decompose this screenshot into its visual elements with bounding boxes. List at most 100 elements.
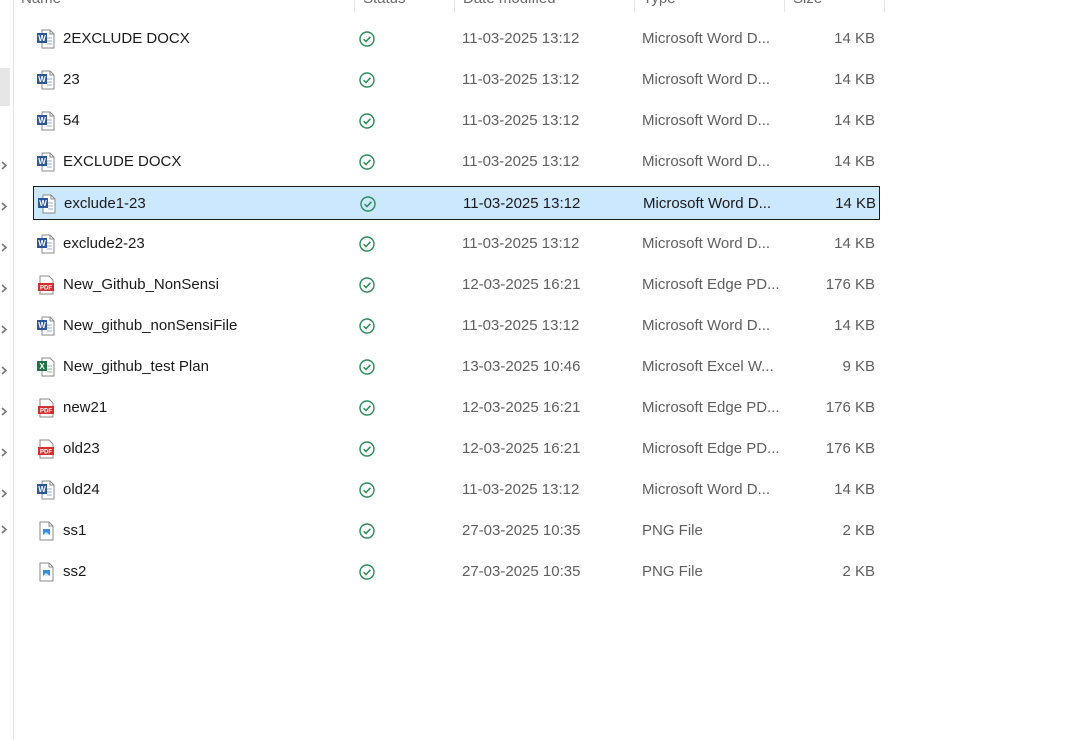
file-name[interactable]: 23: [63, 63, 353, 97]
file-type: PNG File: [642, 563, 703, 580]
check-circle-icon: [359, 227, 379, 261]
file-size: 176 KB: [825, 399, 875, 416]
check-circle-icon: [360, 187, 380, 221]
file-row[interactable]: W 23 11-03-2025 13:12 Microsoft Word D... 14…: [33, 63, 880, 97]
pdf-file-icon: PDF: [37, 391, 57, 425]
column-header-date-modified[interactable]: Date modified: [455, 0, 635, 12]
column-header-status[interactable]: Status: [355, 0, 455, 12]
file-row[interactable]: ss2 27-03-2025 10:35 PNG File 2 KB: [33, 555, 880, 589]
file-name[interactable]: EXCLUDE DOCX: [63, 145, 353, 179]
svg-text:W: W: [39, 199, 47, 208]
file-name[interactable]: 54: [63, 104, 353, 138]
nav-expand-chevron-icon[interactable]: [1, 243, 8, 252]
column-header-type[interactable]: Type: [635, 0, 785, 12]
file-size: 14 KB: [835, 195, 876, 212]
file-size: 176 KB: [825, 440, 875, 457]
png-file-icon: [37, 514, 57, 548]
file-date-modified: 11-03-2025 13:12: [462, 153, 580, 170]
word-file-icon: W: [37, 309, 57, 343]
file-name[interactable]: old23: [63, 432, 353, 466]
check-circle-icon: [359, 555, 379, 589]
file-row[interactable]: ss1 27-03-2025 10:35 PNG File 2 KB: [33, 514, 880, 548]
file-size: 176 KB: [825, 276, 875, 293]
file-size: 14 KB: [834, 71, 875, 88]
column-header-name[interactable]: Name: [13, 0, 355, 12]
nav-expand-chevron-icon[interactable]: [1, 202, 8, 211]
file-size: 2 KB: [842, 522, 875, 539]
navigation-pane[interactable]: [0, 0, 14, 740]
nav-expand-chevron-icon[interactable]: [1, 161, 8, 170]
nav-expand-chevron-icon[interactable]: [1, 448, 8, 457]
check-circle-icon: [359, 145, 379, 179]
file-row[interactable]: PDF old23 12-03-2025 16:21 Microsoft Edge P…: [33, 432, 880, 466]
file-row[interactable]: Wold24 11-03-2025 13:12 Microsoft Word D..…: [33, 473, 880, 507]
nav-expand-chevron-icon[interactable]: [1, 525, 8, 534]
file-name[interactable]: New_Github_NonSensi: [63, 268, 353, 302]
png-file-icon: [37, 555, 57, 589]
nav-expand-chevron-icon[interactable]: [1, 325, 8, 334]
file-date-modified: 13-03-2025 10:46: [462, 358, 581, 375]
nav-expand-chevron-icon[interactable]: [1, 407, 8, 416]
file-size: 2 KB: [842, 563, 875, 580]
word-file-icon: W: [37, 227, 57, 261]
file-name[interactable]: 2EXCLUDE DOCX: [63, 22, 353, 56]
file-name[interactable]: New_github_test Plan: [63, 350, 353, 384]
file-row[interactable]: W 2EXCLUDE DOCX 11-03-2025 13:12 Microsoft …: [33, 22, 880, 56]
file-name[interactable]: new21: [63, 391, 353, 425]
word-file-icon: W: [37, 104, 57, 138]
check-circle-icon: [359, 22, 379, 56]
pdf-file-icon: PDF: [37, 268, 57, 302]
svg-text:PDF: PDF: [40, 449, 52, 455]
check-circle-icon: [359, 350, 379, 384]
file-row[interactable]: W EXCLUDE DOCX 11-03-2025 13:12 Microsoft W…: [33, 145, 880, 179]
file-row[interactable]: PDF New_Github_NonSensi 12-03-2025 16:21 Mi…: [33, 268, 880, 302]
file-date-modified: 11-03-2025 13:12: [462, 30, 580, 47]
word-file-icon: W: [37, 63, 57, 97]
file-row[interactable]: W New_github_nonSensiFile 11-03-2025 13:12…: [33, 309, 880, 343]
file-name[interactable]: ss2: [63, 555, 353, 589]
file-name[interactable]: exclude1-23: [64, 187, 354, 221]
file-name[interactable]: exclude2-23: [63, 227, 353, 261]
svg-text:W: W: [38, 157, 46, 166]
excel-file-icon: X: [37, 350, 57, 384]
check-circle-icon: [359, 514, 379, 548]
svg-text:PDF: PDF: [40, 285, 52, 291]
nav-scrollbar-thumb[interactable]: [0, 68, 10, 106]
file-date-modified: 27-03-2025 10:35: [462, 563, 581, 580]
file-name[interactable]: ss1: [63, 514, 353, 548]
file-type: Microsoft Edge PD...: [642, 440, 780, 457]
word-file-icon: W: [37, 473, 57, 507]
column-header: Name Status Date modified Type Size: [13, 0, 885, 12]
file-type: Microsoft Word D...: [643, 195, 772, 212]
file-name[interactable]: old24: [63, 473, 353, 507]
file-row[interactable]: Wexclude2-23 11-03-2025 13:12 Microsoft Wo…: [33, 227, 880, 261]
file-row[interactable]: X New_github_test Plan 13-03-2025 10:46 Mic…: [33, 350, 880, 384]
file-size: 9 KB: [842, 358, 875, 375]
file-row[interactable]: W 54 11-03-2025 13:12 Microsoft Word D... 14…: [33, 104, 880, 138]
nav-expand-chevron-icon[interactable]: [1, 366, 8, 375]
file-date-modified: 11-03-2025 13:12: [463, 195, 581, 212]
file-date-modified: 11-03-2025 13:12: [462, 112, 580, 129]
nav-expand-chevron-icon[interactable]: [1, 284, 8, 293]
file-type: Microsoft Word D...: [642, 153, 771, 170]
file-type: Microsoft Word D...: [642, 235, 771, 252]
file-type: Microsoft Edge PD...: [642, 276, 780, 293]
column-header-size[interactable]: Size: [785, 0, 885, 12]
check-circle-icon: [359, 473, 379, 507]
file-type: Microsoft Word D...: [642, 71, 771, 88]
word-file-icon: W: [38, 187, 58, 221]
pdf-file-icon: PDF: [37, 432, 57, 466]
file-row[interactable]: Wexclude1-23 11-03-2025 13:12 Microsoft Wo…: [33, 186, 880, 220]
check-circle-icon: [359, 309, 379, 343]
svg-text:W: W: [38, 116, 46, 125]
file-date-modified: 11-03-2025 13:12: [462, 235, 580, 252]
nav-expand-chevron-icon[interactable]: [1, 489, 8, 498]
check-circle-icon: [359, 104, 379, 138]
file-type: Microsoft Word D...: [642, 30, 771, 47]
word-file-icon: W: [37, 145, 57, 179]
file-row[interactable]: PDF new21 12-03-2025 16:21 Microsoft Edge P…: [33, 391, 880, 425]
svg-text:W: W: [38, 485, 46, 494]
file-name[interactable]: New_github_nonSensiFile: [63, 309, 353, 343]
svg-text:W: W: [38, 75, 46, 84]
file-type: Microsoft Excel W...: [642, 358, 774, 375]
